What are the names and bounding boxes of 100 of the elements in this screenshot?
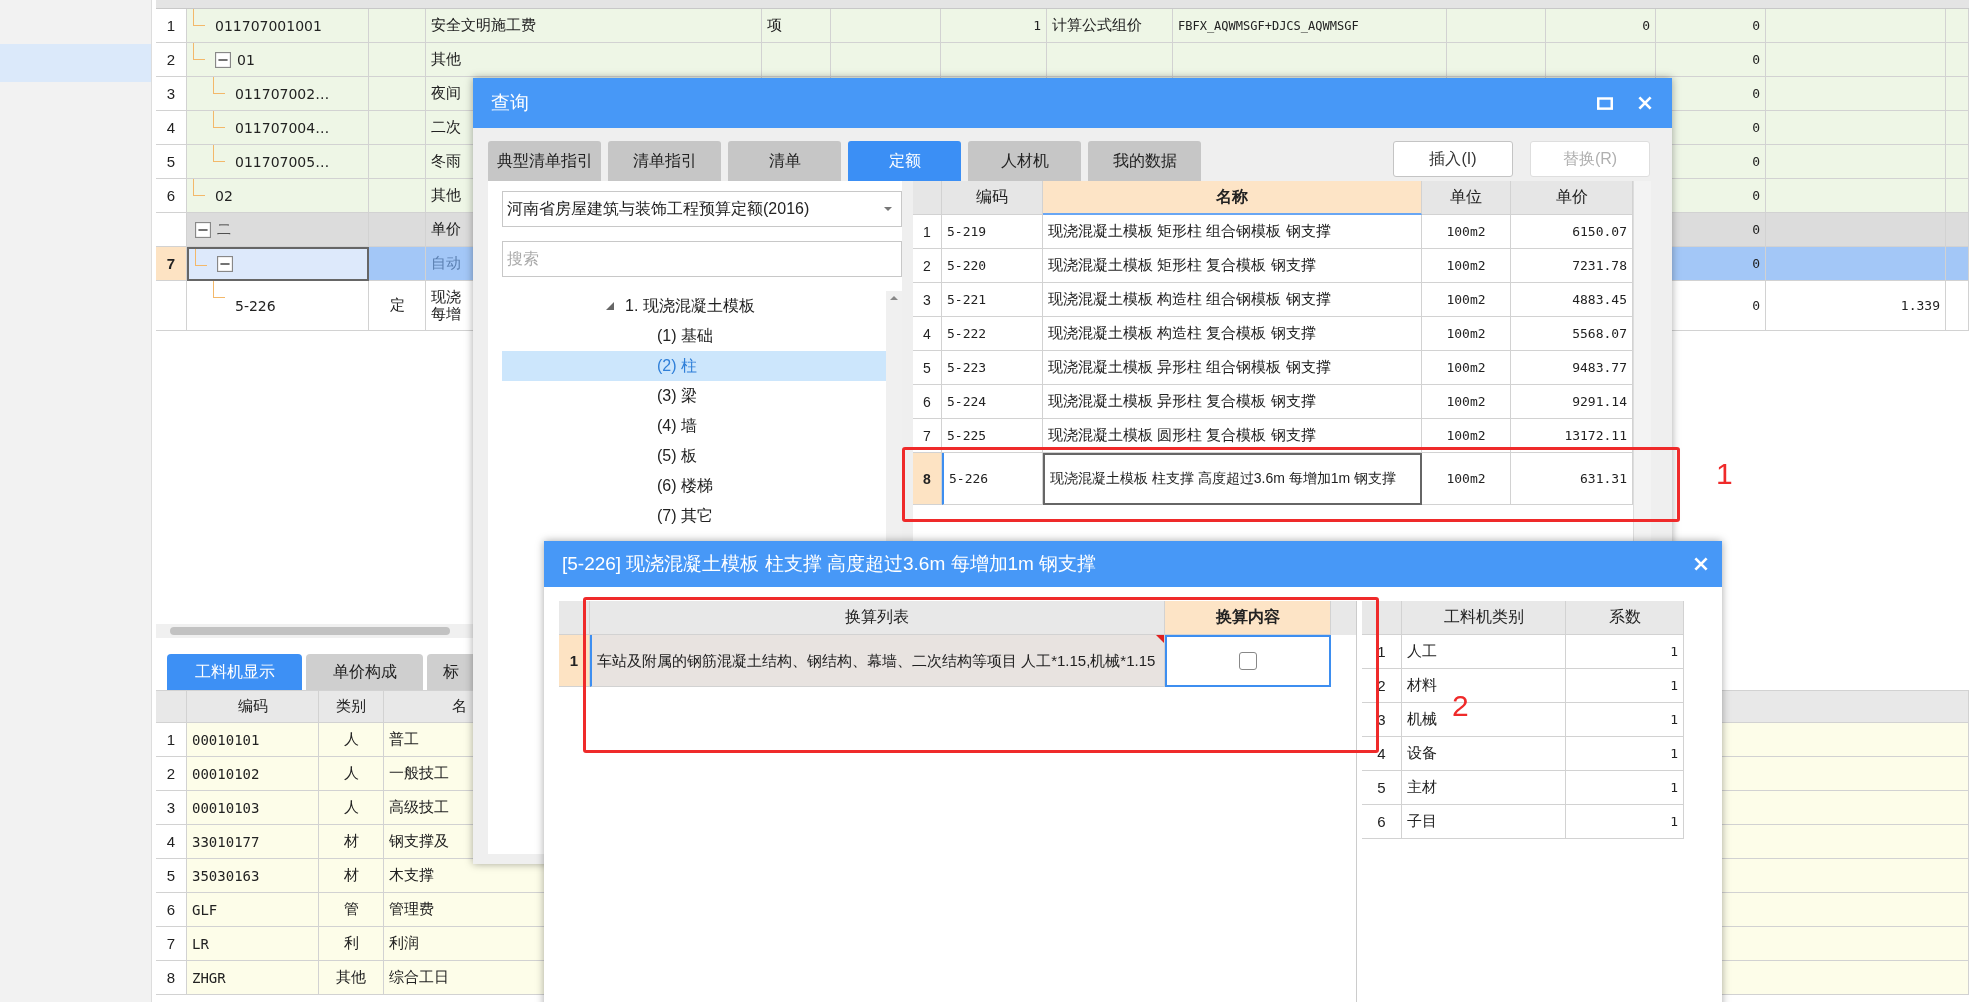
table-cell: 3	[156, 77, 187, 111]
table-cell	[1946, 281, 1969, 331]
table-cell: 1.339	[1766, 281, 1946, 331]
tree-line	[213, 77, 225, 94]
collapse-icon[interactable]	[215, 51, 231, 68]
table-cell: 子目	[1402, 805, 1566, 839]
table-cell: 现浇混凝土模板 圆形柱 复合模板 钢支撑	[1043, 419, 1422, 453]
table-cell: 定	[369, 281, 426, 331]
table-cell: 5	[913, 351, 942, 385]
collapse-icon[interactable]	[217, 256, 233, 272]
tree-line	[213, 145, 225, 162]
table-cell: 1	[913, 215, 942, 249]
scroll-arrow-icon[interactable]	[889, 295, 899, 301]
table-cell: 4	[156, 111, 187, 145]
table-cell: 35030163	[187, 859, 319, 893]
code-text: 5-226	[235, 297, 276, 314]
table-cell: 其他	[319, 961, 384, 995]
column-header[interactable]: 单位	[1422, 181, 1511, 215]
table-cell: 5-219	[942, 215, 1043, 249]
table-cell: 现浇混凝土模板 构造柱 组合钢模板 钢支撑	[1043, 283, 1422, 317]
table-cell: 5-220	[942, 249, 1043, 283]
code-text: 02	[215, 187, 233, 204]
table-cell: 管	[319, 893, 384, 927]
table-cell: 1	[1566, 635, 1684, 669]
code-text: 01	[237, 51, 255, 68]
tab[interactable]: 人材机	[968, 141, 1081, 181]
table-cell: 5	[156, 145, 187, 179]
table-cell: ZHGR	[187, 961, 319, 995]
table-cell: 6	[913, 385, 942, 419]
tab[interactable]: 单价构成	[306, 654, 423, 690]
tree-line	[213, 111, 225, 128]
close-icon[interactable]	[1692, 555, 1710, 573]
table-cell: 3	[913, 283, 942, 317]
table-cell: 4	[913, 317, 942, 351]
table-cell: 100m2	[1422, 317, 1511, 351]
table-cell: 100m2	[1422, 283, 1511, 317]
tab[interactable]: 清单	[728, 141, 841, 181]
search-field[interactable]: 搜索	[502, 241, 902, 277]
code-text: 011707004…	[235, 119, 330, 136]
conversion-description: 车站及附属的钢筋混凝土结构、钢结构、幕墙、二次结构等项目 人工*1.15,机械*1.15	[597, 651, 1156, 670]
table-cell: 00010102	[187, 757, 319, 791]
table-cell: 现浇混凝土模板 异形柱 复合模板 钢支撑	[1043, 385, 1422, 419]
table-cell: 1	[1566, 703, 1684, 737]
table-cell: 现浇混凝土模板 构造柱 复合模板 钢支撑	[1043, 317, 1422, 351]
table-cell: 5-224	[942, 385, 1043, 419]
table-cell: 4	[1362, 737, 1402, 771]
table-cell: 2	[913, 249, 942, 283]
table-cell: 材	[319, 859, 384, 893]
table-cell: 利	[319, 927, 384, 961]
table-cell: 设备	[1402, 737, 1566, 771]
table-cell: 5-222	[942, 317, 1043, 351]
table-cell: 1	[1566, 737, 1684, 771]
tree-item[interactable]: 1. 现浇混凝土模板	[625, 295, 755, 317]
table-cell: 现浇混凝土模板 异形柱 组合钢模板 钢支撑	[1043, 351, 1422, 385]
tree-item[interactable]: (4) 墙	[502, 411, 886, 441]
column-header[interactable]: 名称	[1043, 181, 1422, 215]
insert-button[interactable]: 插入(I)	[1393, 141, 1513, 177]
tab[interactable]: 清单指引	[608, 141, 721, 181]
tree-item[interactable]: (7) 其它	[502, 501, 886, 531]
table-cell: 6	[156, 179, 187, 213]
tree-item[interactable]: (6) 楼梯	[502, 471, 886, 501]
tab[interactable]: 典型清单指引	[488, 141, 601, 181]
collapse-icon[interactable]	[195, 221, 211, 238]
maximize-icon[interactable]	[1596, 94, 1614, 112]
column-header: 工料机类别	[1402, 601, 1566, 635]
table-cell: 00010103	[187, 791, 319, 825]
table-cell: 5-223	[942, 351, 1043, 385]
table-cell: 主材	[1402, 771, 1566, 805]
table-header-cell	[1362, 601, 1402, 635]
tree-item[interactable]: (5) 板	[502, 441, 886, 471]
table-header-cell	[913, 181, 942, 215]
table-cell: 100m2	[1422, 215, 1511, 249]
table-cell: 人	[319, 757, 384, 791]
tree-item[interactable]: (3) 梁	[502, 381, 886, 411]
table-cell: 100m2	[1422, 419, 1511, 453]
table-cell: 人	[319, 791, 384, 825]
code-text: 011707005…	[235, 153, 330, 170]
expand-arrow-icon[interactable]	[605, 301, 615, 311]
table-cell: LR	[187, 927, 319, 961]
column-header: 换算内容	[1165, 601, 1331, 635]
table-cell: 5-225	[942, 419, 1043, 453]
table-cell: 材	[319, 825, 384, 859]
tree-line	[193, 179, 205, 196]
tree-line	[213, 281, 225, 298]
table-cell: 现浇混凝土模板 柱支撑 高度超过3.6m 每增加1m 钢支撑	[1043, 453, 1422, 505]
table-cell: 1	[1566, 669, 1684, 703]
horizontal-scrollbar[interactable]	[156, 624, 476, 638]
table-cell: 人工	[1402, 635, 1566, 669]
close-icon[interactable]	[1636, 94, 1654, 112]
library-dropdown[interactable]: 河南省房屋建筑与装饰工程预算定额(2016)	[502, 191, 902, 227]
table-cell: 00010101	[187, 723, 319, 757]
table-cell: 100m2	[1422, 453, 1511, 505]
tab[interactable]: 我的数据	[1088, 141, 1201, 181]
table-cell: 100m2	[1422, 249, 1511, 283]
tree-line	[193, 43, 205, 60]
table-cell: 人	[319, 723, 384, 757]
checkbox[interactable]	[1239, 652, 1257, 670]
table-cell: 5-226	[942, 453, 1043, 505]
table-cell: 1	[156, 9, 187, 43]
table-cell: 8	[913, 453, 942, 505]
